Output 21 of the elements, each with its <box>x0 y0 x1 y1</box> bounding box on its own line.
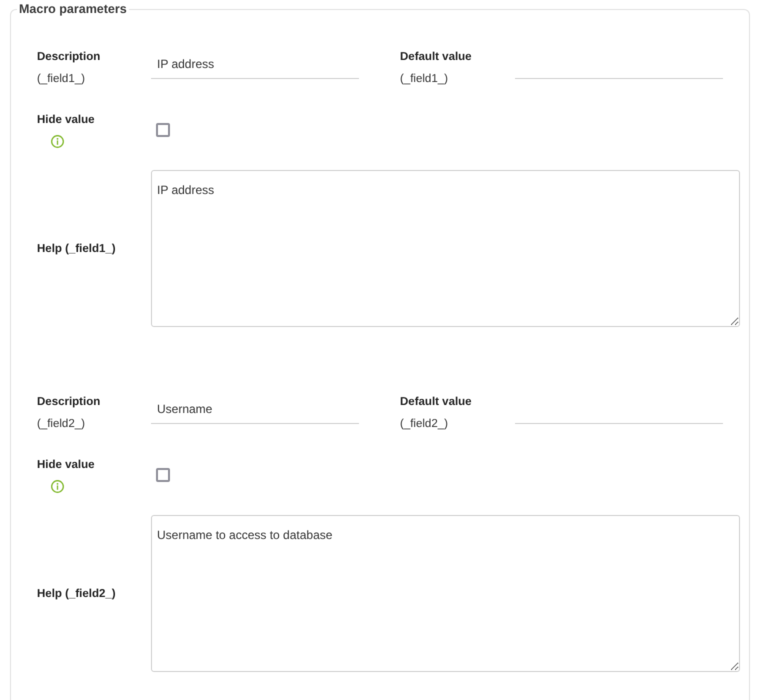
field-label: Default value <box>400 395 473 410</box>
field-key: (_field1_) <box>37 68 151 90</box>
field-key: (_field2_) <box>400 413 515 435</box>
field-label: Hide value <box>37 113 96 128</box>
info-icon <box>51 480 64 493</box>
field-label: Description <box>37 395 102 410</box>
help-textarea[interactable]: IP address <box>151 170 740 327</box>
section-title: Macro parameters <box>18 1 128 18</box>
field-key: (_field2_) <box>37 413 151 435</box>
hide-value-checkbox[interactable] <box>156 123 170 137</box>
description-input[interactable]: Username <box>151 395 359 424</box>
field-label: Help (_field2_) <box>37 586 117 602</box>
info-icon <box>51 135 64 148</box>
hide-value-checkbox[interactable] <box>156 468 170 482</box>
description-input[interactable]: IP address <box>151 50 359 79</box>
field-label: Default value <box>400 50 473 65</box>
help-textarea[interactable]: Username to access to database <box>151 515 740 672</box>
field-label: Hide value <box>37 458 96 473</box>
field-label: Description <box>37 50 102 65</box>
field-key: (_field1_) <box>400 68 515 90</box>
field-label: Help (_field1_) <box>37 242 117 256</box>
